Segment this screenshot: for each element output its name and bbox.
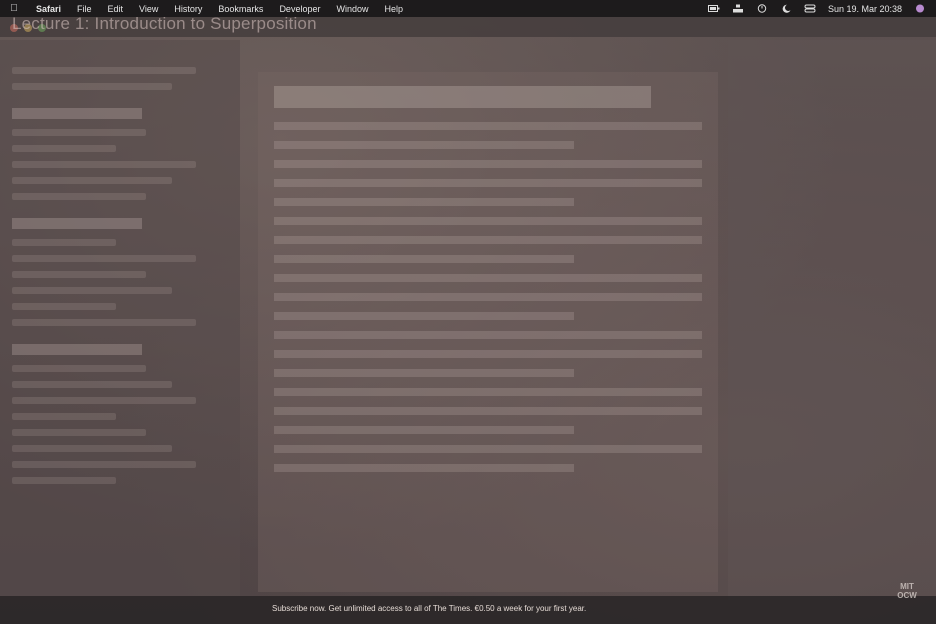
- menu-history[interactable]: History: [166, 4, 210, 14]
- sidebar-text-line: [12, 319, 196, 326]
- article-text-line: [274, 141, 574, 149]
- timer-icon[interactable]: [756, 4, 768, 13]
- article-text-line: [274, 445, 702, 453]
- menu-view[interactable]: View: [131, 4, 166, 14]
- menu-file[interactable]: File: [69, 4, 100, 14]
- siri-icon[interactable]: [914, 4, 926, 13]
- menu-bar:  Safari File Edit View History Bookmark…: [0, 0, 936, 17]
- sidebar-text-line: [12, 477, 116, 484]
- sidebar-text-line: [12, 381, 172, 388]
- subscription-banner: Subscribe now. Get unlimited access to a…: [0, 596, 936, 624]
- control-center-icon[interactable]: [804, 4, 816, 13]
- sidebar-text-line: [12, 287, 172, 294]
- sidebar-text-line: [12, 193, 146, 200]
- vpn-icon[interactable]: [732, 4, 744, 13]
- article-text-line: [274, 255, 574, 263]
- menu-safari[interactable]: Safari: [28, 4, 69, 14]
- article-text-line: [274, 122, 702, 130]
- article-text-line: [274, 350, 702, 358]
- sidebar-text-line: [12, 161, 196, 168]
- sidebar-text-line: [12, 461, 196, 468]
- article-text-line: [274, 426, 574, 434]
- article-panel-dimmed: [258, 72, 718, 592]
- battery-icon[interactable]: [707, 4, 720, 13]
- menu-edit[interactable]: Edit: [100, 4, 132, 14]
- article-text-line: [274, 388, 702, 396]
- sidebar-text-line: [12, 429, 146, 436]
- sidebar-heading-line: [12, 108, 142, 119]
- article-text-line: [274, 217, 702, 225]
- article-text-line: [274, 369, 574, 377]
- apple-logo-icon[interactable]: : [0, 3, 28, 14]
- sidebar-text-line: [12, 397, 196, 404]
- mit-ocw-logo: MIT OCW: [897, 582, 917, 600]
- menu-window[interactable]: Window: [328, 4, 376, 14]
- menu-developer[interactable]: Developer: [271, 4, 328, 14]
- status-area: Sun 19. Mar 20:38: [707, 4, 936, 14]
- article-text-line: [274, 293, 702, 301]
- article-text-line: [274, 160, 702, 168]
- menubar-clock[interactable]: Sun 19. Mar 20:38: [828, 4, 902, 14]
- subscribe-banner-text[interactable]: Subscribe now. Get unlimited access to a…: [272, 604, 586, 613]
- article-text-line: [274, 464, 574, 472]
- sidebar-text-line: [12, 67, 196, 74]
- menu-help[interactable]: Help: [376, 4, 411, 14]
- sidebar-text-line: [12, 365, 146, 372]
- article-text-line: [274, 407, 702, 415]
- sidebar-text-line: [12, 271, 146, 278]
- sidebar-text-line: [12, 255, 196, 262]
- sidebar-heading-line: [12, 218, 142, 229]
- course-sidebar: [0, 40, 240, 600]
- sidebar-text-line: [12, 83, 172, 90]
- article-text-line: [274, 312, 574, 320]
- sidebar-heading-line: [12, 344, 142, 355]
- article-text-line: [274, 198, 574, 206]
- article-text-line: [274, 179, 702, 187]
- moon-icon[interactable]: [780, 4, 792, 13]
- menu-bookmarks[interactable]: Bookmarks: [210, 4, 271, 14]
- sidebar-text-line: [12, 145, 116, 152]
- sidebar-text-line: [12, 413, 116, 420]
- article-text-line: [274, 274, 702, 282]
- sidebar-text-line: [12, 177, 172, 184]
- sidebar-text-line: [12, 129, 146, 136]
- article-text-line: [274, 331, 702, 339]
- right-panel-dimmed: [728, 40, 936, 600]
- sidebar-text-line: [12, 303, 116, 310]
- sidebar-text-line: [12, 239, 116, 246]
- article-headline-line: [274, 86, 651, 108]
- article-text-line: [274, 236, 702, 244]
- sidebar-text-line: [12, 445, 172, 452]
- lecture-title: Lecture 1: Introduction to Superposition: [12, 14, 317, 33]
